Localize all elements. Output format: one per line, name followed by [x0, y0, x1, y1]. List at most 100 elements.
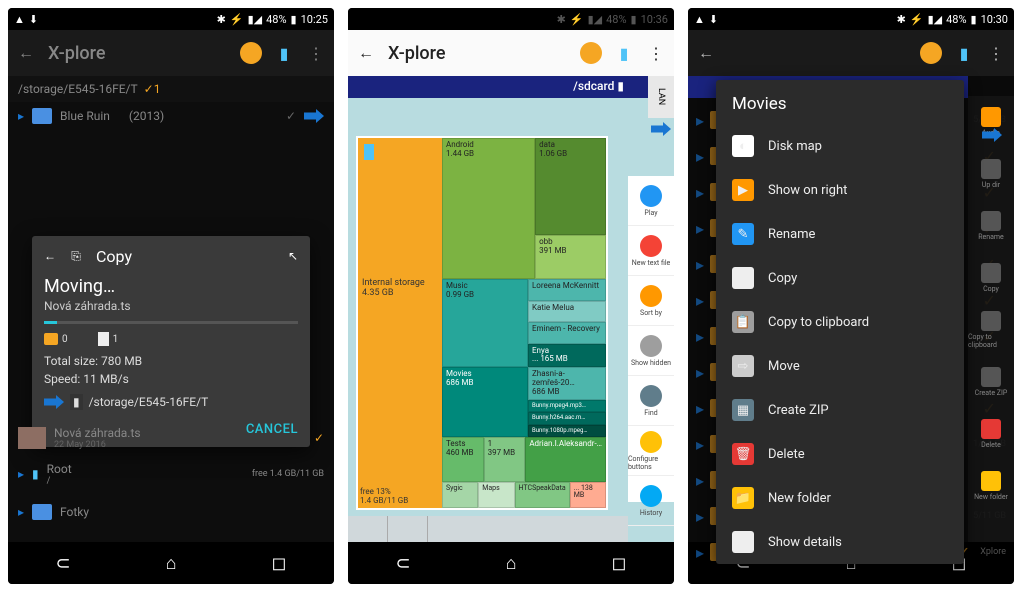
treemap-block[interactable]: Internal storage 4.35 GB free 13%1.4 GB/… [358, 138, 442, 508]
nav-home[interactable]: ⌂ [506, 553, 517, 574]
android-nav: ⊂ ⌂ ◻ [348, 542, 674, 584]
device-icon[interactable]: ▮ [274, 43, 294, 63]
thumbnail [18, 427, 46, 449]
sidebar-button[interactable]: Up dir [968, 148, 1014, 200]
folder-icon [32, 504, 52, 520]
action-sidebar: PlayNew text fileSort byShow hiddenFindC… [628, 176, 674, 502]
nav-recent[interactable]: ◻ [272, 553, 287, 574]
sidebar-button[interactable]: New text file [628, 226, 674, 276]
copy-dialog: ← ⎘ Copy ↖ Moving… Nová záhrada.ts 0 1 T… [32, 236, 310, 447]
menu-item[interactable]: ▦Create ZIP [716, 388, 964, 432]
action-sidebar: AudioUp dirRenameCopyCopy to clipboardCr… [968, 96, 1014, 542]
treemap-block[interactable]: data1.06 GB [535, 138, 606, 235]
sidebar-button[interactable]: Find [628, 376, 674, 426]
list-item[interactable]: ▸ Fotky [8, 498, 334, 526]
menu-icon[interactable]: ⋮ [646, 43, 666, 63]
device-icon[interactable]: ▮ [954, 43, 974, 63]
sidebar-button[interactable]: Configure buttons [628, 426, 674, 476]
back-icon[interactable]: ← [356, 43, 376, 63]
treemap-block[interactable]: Music0.99 GB [442, 279, 528, 367]
expand-icon[interactable]: ↖ [288, 249, 298, 263]
back-icon[interactable]: ← [696, 43, 716, 63]
menu-title: Movies [716, 80, 964, 124]
treemap-block[interactable]: Maps [478, 482, 514, 508]
progress-bar [44, 321, 298, 324]
treemap-block[interactable]: Eminem - Recovery [528, 322, 606, 344]
speed: Speed: 11 MB/s [44, 370, 298, 388]
menu-item[interactable]: ⓘShow details [716, 520, 964, 564]
sidebar-button[interactable]: History [628, 476, 674, 526]
path-row[interactable]: /storage/E545-16FE/T ✓1 [8, 76, 334, 102]
sidebar-button[interactable]: Rename [968, 200, 1014, 252]
menu-item[interactable]: 🗑Delete [716, 432, 964, 476]
treemap-block[interactable]: obb391 MB [535, 235, 606, 279]
treemap-block[interactable]: Movies686 MB [442, 367, 528, 437]
menu-item[interactable]: ✎Rename [716, 212, 964, 256]
status-bar: ▲⬇ ✱⚡▮◢48%▮10:30 [688, 8, 1014, 30]
treemap-block[interactable]: ... 138 MB [570, 482, 606, 508]
menu-item[interactable]: 📋Copy to clipboard [716, 300, 964, 344]
dialog-title: Copy [96, 247, 132, 266]
treemap-block[interactable]: Sygic [442, 482, 478, 508]
menu-icon[interactable]: ⋮ [986, 43, 1006, 63]
treemap-block[interactable]: Bunny.mpeg4.mp3… [528, 400, 606, 413]
treemap-block[interactable]: Enya... 165 MB [528, 344, 606, 368]
arrow-icon [651, 122, 671, 136]
back-icon[interactable]: ← [16, 43, 36, 63]
bottom-bar[interactable] [348, 516, 628, 542]
list-item[interactable]: ▸ Blue Ruin (2013) ✓ [8, 102, 334, 130]
lan-tab[interactable]: LAN [648, 76, 674, 118]
sidebar-button[interactable]: Delete [968, 408, 1014, 460]
context-menu: Movies ◐Disk map▶Show on right✎Rename⎘Co… [716, 80, 964, 564]
file-icon [98, 332, 109, 346]
folder-icon [44, 333, 58, 345]
menu-item[interactable]: ⎘Copy [716, 256, 964, 300]
app-title: X-plore [48, 43, 105, 64]
sidebar-button[interactable]: Copy [968, 252, 1014, 304]
treemap-block[interactable]: Zhasni-a-zemřeš-20…686 MB [528, 367, 606, 399]
nav-back[interactable]: ⊂ [396, 553, 411, 574]
treemap-block[interactable]: 1397 MB [484, 437, 526, 481]
nav-recent[interactable]: ◻ [612, 553, 627, 574]
menu-item[interactable]: ⇨Move [716, 344, 964, 388]
nav-back[interactable]: ⊂ [56, 553, 71, 574]
sidebar-button[interactable]: Play [628, 176, 674, 226]
dialog-filename: Nová záhrada.ts [44, 299, 298, 313]
sidebar-button[interactable]: Sort by [628, 276, 674, 326]
bookmark-icon[interactable] [920, 42, 942, 64]
app-bar: ← ▮ ⋮ [688, 30, 1014, 76]
treemap-block[interactable]: Loreena McKennitt [528, 279, 606, 301]
treemap-block[interactable]: HTCSpeakData [515, 482, 570, 508]
treemap-block[interactable]: Android1.44 GB [442, 138, 535, 279]
sidebar-button[interactable]: Create ZIP [968, 356, 1014, 408]
treemap-block[interactable]: Adrian.I.Aleksandr-… [525, 437, 606, 481]
app-title: X-plore [388, 43, 445, 64]
sidebar-button[interactable]: Copy to clipboard [968, 304, 1014, 356]
back-icon[interactable]: ← [44, 249, 56, 263]
treemap-block[interactable]: Bunny.1080p.mpeg… [528, 425, 606, 438]
app-bar: ← X-plore ▮ ⋮ [8, 30, 334, 76]
copy-icon: ⎘ [66, 246, 86, 266]
sidebar-button[interactable]: Show hidden [628, 326, 674, 376]
sidebar-button[interactable]: New folder [968, 460, 1014, 512]
treemap-block[interactable]: Katie Melua [528, 301, 606, 323]
status-bar: ✱⚡▮◢48%▮10:36 [348, 8, 674, 30]
menu-item[interactable]: ◐Disk map [716, 124, 964, 168]
app-bar: ← X-plore ▮ ⋮ [348, 30, 674, 76]
nav-home[interactable]: ⌂ [166, 553, 177, 574]
bookmark-icon[interactable] [580, 42, 602, 64]
phone-icon [364, 144, 374, 160]
menu-item[interactable]: 📁New folder [716, 476, 964, 520]
menu-icon[interactable]: ⋮ [306, 43, 326, 63]
bookmark-icon[interactable] [240, 42, 262, 64]
path-bar[interactable]: /sdcard ▮ [348, 76, 648, 98]
disk-map[interactable]: Internal storage 4.35 GB free 13%1.4 GB/… [356, 136, 608, 510]
arrow-icon [304, 109, 324, 123]
treemap-block[interactable]: Bunny.h264.aac.m… [528, 412, 606, 425]
menu-item[interactable]: ▶Show on right [716, 168, 964, 212]
list-item[interactable]: ▸▮ Root/ free 1.4 GB/11 GB [8, 456, 334, 492]
android-nav: ⊂ ⌂ ◻ [8, 542, 334, 584]
treemap-block[interactable]: Tests460 MB [442, 437, 484, 481]
list-item[interactable]: Nová záhrada.ts22 May 2016 ✓ [8, 420, 334, 456]
device-icon[interactable]: ▮ [614, 43, 634, 63]
